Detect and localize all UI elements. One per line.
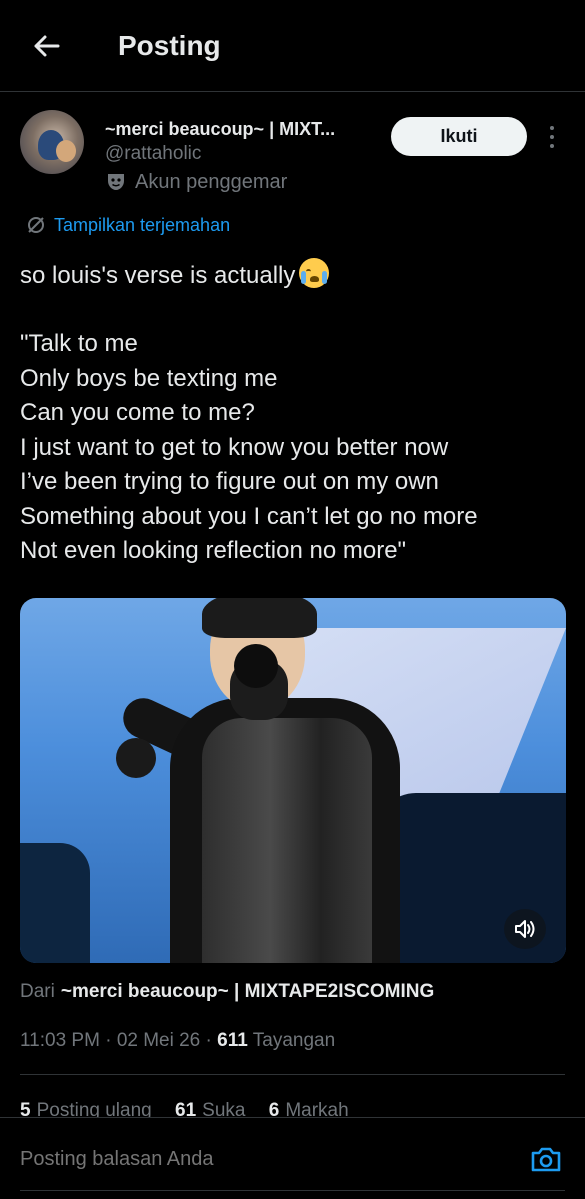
post-line: so louis's verse is actually [20,258,570,293]
arrow-left-icon [34,35,60,57]
camera-button[interactable] [528,1142,564,1176]
views-count: 611 [217,1030,248,1051]
microphone [234,644,278,688]
mute-toggle-button[interactable] [504,909,546,949]
views-label: Tayangan [252,1030,336,1051]
post-line: Can you come to me? [20,399,255,426]
post-line: Not even looking reflection no more" [20,537,407,564]
performer-hand [116,738,156,778]
post-line: Something about you I can’t let go no mo… [20,502,478,530]
more-options-button[interactable] [540,122,564,152]
post-text: so louis's verse is actually "Talk to me… [20,258,570,569]
author-handle[interactable]: @rattaholic [105,143,201,165]
page-title: Posting [118,30,221,61]
post-line [20,293,570,328]
fan-account-label: Akun penggemar [135,170,288,193]
speaker-icon [515,920,535,938]
post-date: 02 Mei 26 [116,1030,201,1051]
back-button[interactable] [28,28,64,64]
show-translation-label[interactable]: Tampilkan terjemahan [54,215,230,236]
meta-separator: · [205,1030,212,1051]
show-translation-link[interactable]: Tampilkan terjemahan [26,213,230,237]
fan-account-badge: Akun penggemar [105,170,287,194]
stage-light-left [20,843,90,963]
post-line: Only boys be texting me [20,364,278,392]
more-vertical-icon [550,126,554,130]
post-line: I just want to get to know you better no… [20,433,449,461]
video-source: Dari ~merci beaucoup~ | MIXTAPE2ISCOMING [20,981,434,1003]
post-meta: 11:03 PM · 02 Mei 26 · 611 Tayangan [20,1030,335,1052]
translate-icon [28,217,44,233]
post-time: 11:03 PM [20,1030,100,1051]
post-line-text: so louis's verse is actually [20,262,296,289]
avatar-pet [56,140,76,162]
post-line: I’ve been trying to figure out on my own [20,468,439,495]
source-account-link[interactable]: ~merci beaucoup~ | MIXTAPE2ISCOMING [61,981,434,1002]
more-dot [550,144,554,148]
follow-button[interactable]: Ikuti [391,117,527,156]
post-line: "Talk to me [20,330,138,357]
reply-underline [20,1190,565,1191]
top-bar: Posting [0,0,585,92]
source-prefix: Dari [20,981,55,1002]
theater-mask-icon [108,174,124,190]
more-dot [550,135,554,139]
performer-vest [202,718,372,963]
performer-hair [202,598,317,638]
avatar[interactable] [20,110,84,174]
meta-separator: · [105,1030,112,1051]
reply-input[interactable] [20,1148,500,1171]
reply-bar [0,1117,585,1199]
divider [20,1074,565,1075]
author-name[interactable]: ~merci beaucoup~ | MIXT... [105,119,335,140]
video-player[interactable] [20,598,566,963]
loudly-crying-face-icon [299,258,330,288]
camera-icon [531,1147,561,1172]
